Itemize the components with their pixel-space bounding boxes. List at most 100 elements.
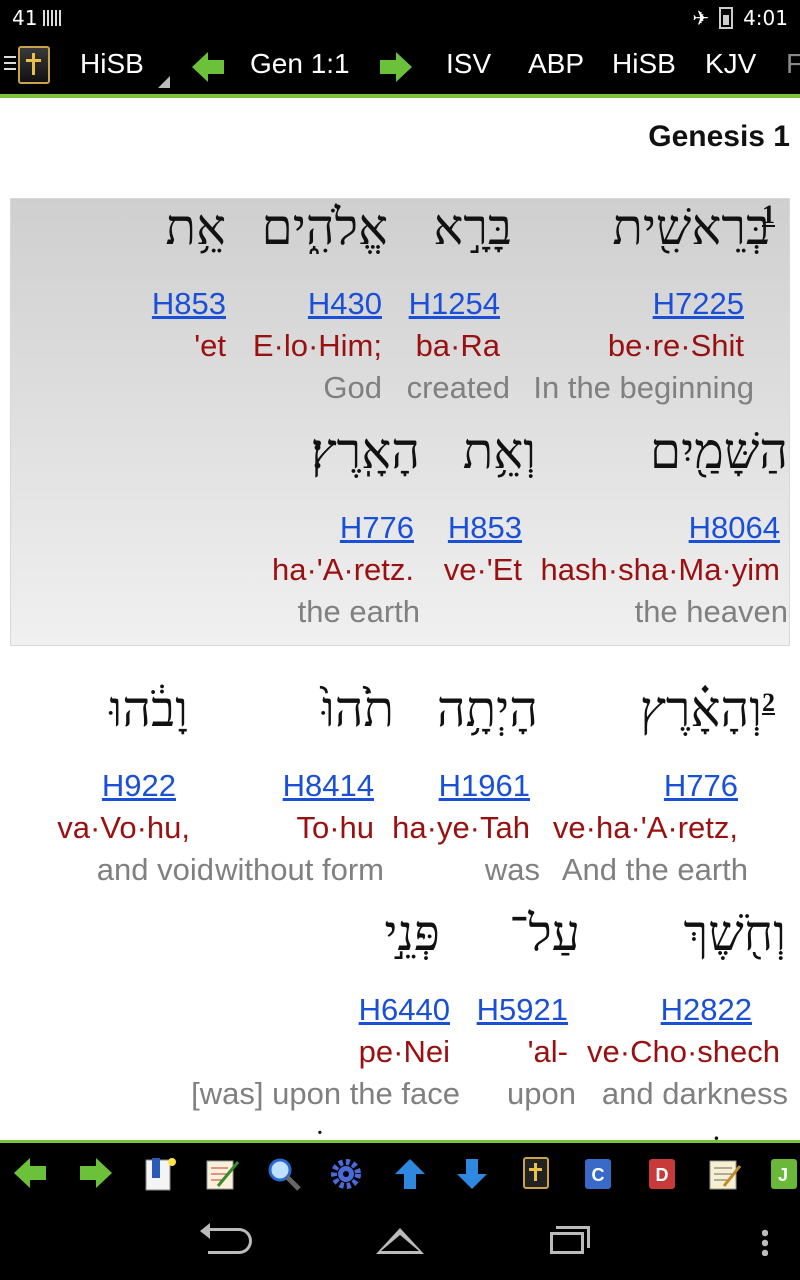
back-icon[interactable] — [200, 1223, 252, 1254]
signal-count: 41 — [12, 6, 38, 30]
strong-number-link[interactable]: H922 — [102, 768, 176, 804]
commentary-icon[interactable]: C — [580, 1156, 616, 1192]
prev-verse-arrow-icon[interactable] — [192, 52, 226, 82]
hebrew-word[interactable]: פְּנֵ֣י — [384, 904, 440, 962]
airplane-mode-icon: ✈ — [692, 6, 710, 30]
module-selector[interactable]: HiSB — [80, 48, 144, 80]
transliteration: ha·'A·retz. — [271, 552, 414, 587]
settings-gear-icon[interactable] — [328, 1156, 364, 1192]
hebrew-word[interactable]: בְּרֵאשִׁ֖ית — [612, 198, 770, 256]
transliteration: hash·sha·Ma·yim — [540, 552, 780, 587]
bible-icon — [18, 46, 50, 84]
strong-number-link[interactable]: H776 — [664, 768, 738, 804]
down-arrow-icon[interactable] — [454, 1156, 490, 1192]
strong-number-link[interactable]: H6440 — [359, 992, 450, 1028]
strong-number-link[interactable]: H7225 — [653, 286, 744, 322]
signal-bars-icon — [43, 10, 62, 26]
transliteration: pe·Nei — [358, 1034, 450, 1069]
recent-apps-icon[interactable] — [550, 1226, 590, 1254]
gloss: the heaven — [634, 594, 788, 629]
transliteration: ve·Cho·shech — [587, 1034, 780, 1069]
hebrew-word[interactable]: וָבֹ֔הוּ — [110, 680, 188, 738]
translation-tab-partial[interactable]: F — [786, 48, 800, 80]
svg-text:D: D — [656, 1165, 669, 1185]
hebrew-word[interactable]: עַל־ — [509, 904, 580, 962]
strong-number-link[interactable]: H853 — [448, 510, 522, 546]
strong-number-link[interactable]: H8064 — [689, 510, 780, 546]
gloss: and void — [96, 852, 214, 887]
strong-number-link[interactable]: H853 — [152, 286, 226, 322]
journal-icon[interactable] — [706, 1156, 742, 1192]
home-icon[interactable] — [376, 1228, 424, 1254]
strong-number-link[interactable]: H1254 — [409, 286, 500, 322]
hebrew-word[interactable]: בָּרָ֣א — [433, 198, 512, 256]
hebrew-word[interactable]: וְהָאָ֗רֶץ — [640, 680, 762, 738]
prev-arrow-icon[interactable] — [14, 1158, 48, 1188]
gloss: and darkness — [601, 1076, 788, 1111]
hebrew-word[interactable]: תֹ֙הוּ֙ — [322, 680, 394, 738]
hebrew-word[interactable]: הַשָּׁמַ֖יִם — [650, 422, 788, 480]
gloss: In the beginning — [533, 370, 754, 405]
gloss: [was] upon the face — [191, 1076, 460, 1111]
translation-tab-kjv[interactable]: KJV — [705, 48, 756, 80]
battery-icon — [719, 7, 734, 29]
hebrew-word[interactable]: אֱלֹהִ֑ים — [262, 198, 388, 256]
translation-tab-abp[interactable]: ABP — [528, 48, 584, 80]
strong-number-link[interactable]: H8414 — [283, 768, 374, 804]
system-nav-bar — [0, 1204, 800, 1280]
svg-text:C: C — [592, 1165, 605, 1185]
chapter-title: Genesis 1 — [648, 120, 790, 153]
hebrew-word[interactable]: אֵ֥ת — [166, 198, 227, 256]
hebrew-word[interactable]: הָיְתָ֥ה — [437, 680, 538, 738]
gloss: without form — [215, 852, 384, 887]
bottom-accent-line — [0, 1140, 800, 1143]
strong-number-link[interactable]: H2822 — [661, 992, 752, 1028]
dictionary-icon[interactable]: D — [644, 1156, 680, 1192]
strong-number-link[interactable]: H1961 — [439, 768, 530, 804]
hebrew-word[interactable]: וְאֵ֥ת — [463, 422, 536, 480]
hebrew-word[interactable]: הָאָֽרֶץ׃ — [311, 422, 420, 480]
dropdown-corner-icon — [158, 76, 170, 88]
j-book-icon[interactable]: J — [768, 1156, 800, 1192]
transliteration: va·Vo·hu, — [57, 810, 190, 845]
hebrew-word[interactable]: וְחֹ֖שֶׁךְ — [684, 904, 786, 962]
transliteration: ba·Ra — [415, 328, 500, 363]
transliteration: ve·'Et — [443, 552, 522, 587]
transliteration: ve·ha·'A·retz, — [552, 810, 738, 845]
translation-tab-hisb[interactable]: HiSB — [612, 48, 676, 80]
translation-tab-isv[interactable]: ISV — [446, 48, 491, 80]
svg-text:J: J — [778, 1165, 788, 1185]
transliteration: To·hu — [296, 810, 374, 845]
gloss: upon — [507, 1076, 576, 1111]
notes-icon[interactable] — [204, 1156, 240, 1192]
strong-number-link[interactable]: H430 — [308, 286, 382, 322]
menu-lines-icon — [4, 56, 16, 74]
gloss: God — [323, 370, 382, 405]
next-arrow-icon[interactable] — [78, 1158, 112, 1188]
up-arrow-icon[interactable] — [392, 1156, 428, 1192]
overflow-menu-icon[interactable] — [762, 1228, 768, 1256]
strong-number-link[interactable]: H5921 — [477, 992, 568, 1028]
gloss: And the earth — [561, 852, 748, 887]
verse-number: 2 — [762, 688, 775, 717]
status-bar: 41 ✈ 4:01 — [0, 0, 800, 36]
strong-number-link[interactable]: H776 — [340, 510, 414, 546]
transliteration: ha·ye·Tah — [392, 810, 530, 845]
gloss: the earth — [297, 594, 420, 629]
transliteration: E·lo·Him; — [252, 328, 382, 363]
transliteration: 'et — [194, 328, 226, 363]
bible-icon[interactable] — [518, 1156, 554, 1192]
transliteration: be·re·Shit — [607, 328, 744, 363]
gloss: created — [406, 370, 510, 405]
next-verse-arrow-icon[interactable] — [378, 52, 412, 82]
app-menu-button[interactable] — [4, 44, 50, 86]
reference-button[interactable]: Gen 1:1 — [250, 48, 350, 80]
gloss: was — [484, 852, 540, 887]
top-toolbar: HiSB Gen 1:1 ISV ABP HiSB KJV F — [0, 36, 800, 98]
toolbar-accent-line — [0, 94, 800, 98]
transliteration: 'al- — [527, 1034, 568, 1069]
clock: 4:01 — [743, 6, 788, 30]
bookmark-icon[interactable] — [142, 1156, 178, 1192]
search-icon[interactable] — [266, 1156, 302, 1192]
bottom-toolbar: C D J — [0, 1140, 800, 1204]
